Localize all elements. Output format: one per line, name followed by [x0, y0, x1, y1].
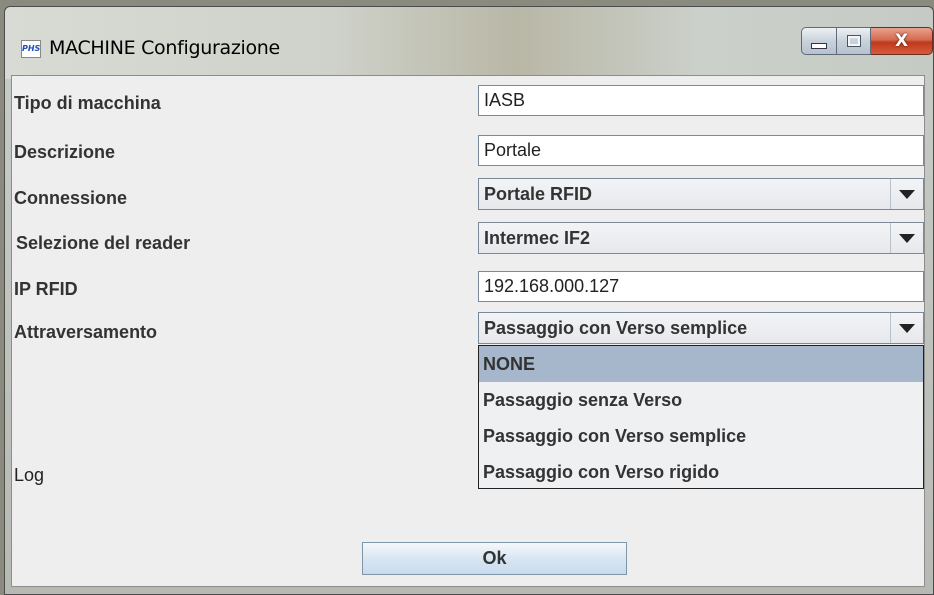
- attraversamento-label: Attraversamento: [14, 322, 158, 342]
- log-label: Log: [14, 465, 45, 485]
- attraversamento-select[interactable]: Passaggio con Verso semplice: [478, 312, 924, 344]
- reader-value: Intermec IF2: [484, 228, 591, 248]
- option-none[interactable]: NONE: [479, 346, 923, 382]
- ip-label: IP RFID: [14, 279, 78, 299]
- close-button[interactable]: X: [871, 27, 933, 55]
- connessione-label: Connessione: [14, 188, 128, 208]
- descrizione-label: Descrizione: [14, 142, 116, 162]
- tipo-label: Tipo di macchina: [14, 93, 161, 113]
- attraversamento-dropdown-arrow[interactable]: [890, 313, 923, 343]
- chevron-down-icon: [899, 189, 915, 199]
- close-icon: X: [894, 31, 909, 51]
- attraversamento-value: Passaggio con Verso semplice: [484, 318, 748, 338]
- chevron-down-icon: [899, 323, 915, 333]
- option-senza-verso[interactable]: Passaggio senza Verso: [479, 382, 923, 418]
- maximize-icon: [846, 35, 861, 47]
- chevron-down-icon: [899, 233, 915, 243]
- option-verso-semplice[interactable]: Passaggio con Verso semplice: [479, 418, 923, 454]
- ip-field[interactable]: 192.168.000.127: [478, 271, 924, 302]
- reader-label: Selezione del reader: [16, 233, 191, 253]
- maximize-button[interactable]: [837, 27, 871, 55]
- app-icon: PHS: [21, 40, 41, 58]
- reader-dropdown-arrow[interactable]: [890, 223, 923, 253]
- connessione-select[interactable]: Portale RFID: [478, 178, 924, 210]
- attraversamento-options-list: NONE Passaggio senza Verso Passaggio con…: [478, 345, 924, 489]
- reader-select[interactable]: Intermec IF2: [478, 222, 924, 254]
- window-title: MACHINE Configurazione: [49, 37, 280, 59]
- tipo-field[interactable]: IASB: [478, 85, 924, 116]
- minimize-button[interactable]: [801, 27, 837, 55]
- connessione-dropdown-arrow[interactable]: [890, 179, 923, 209]
- descrizione-field[interactable]: Portale: [478, 135, 924, 166]
- option-verso-rigido[interactable]: Passaggio con Verso rigido: [479, 454, 923, 490]
- form-panel: Tipo di macchina IASB Descrizione Portal…: [11, 75, 925, 587]
- ok-button[interactable]: Ok: [362, 542, 627, 575]
- window-controls: X: [801, 27, 933, 57]
- connessione-value: Portale RFID: [484, 184, 593, 204]
- title-bar[interactable]: PHS MACHINE Configurazione X: [5, 7, 933, 79]
- minimize-icon: [811, 43, 827, 49]
